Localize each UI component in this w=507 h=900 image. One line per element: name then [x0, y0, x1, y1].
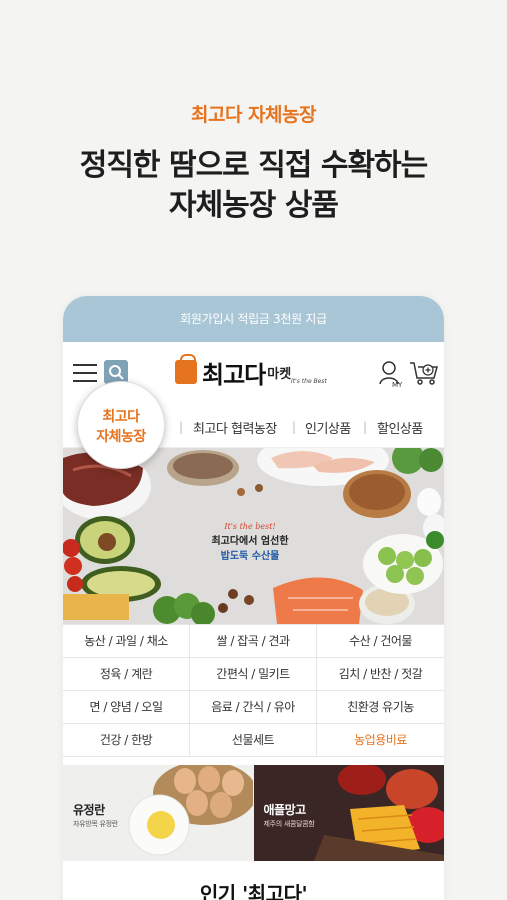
hamburger-icon[interactable]: [73, 364, 97, 382]
category-item-fertilizer[interactable]: 농업용비료: [317, 724, 444, 757]
logo-text-sub: 마켓: [267, 366, 292, 382]
promo-title: 애플망고: [263, 803, 307, 817]
promo-card-eggs[interactable]: 유정란 자유방목 유정란: [63, 765, 254, 861]
user-icon[interactable]: MY: [379, 360, 403, 389]
nav-separator: |: [292, 420, 297, 434]
phone-screen: 회원가입시 적립금 3천원 지급 최고다 마켓 It's the Best MY…: [63, 296, 444, 900]
promo-subtitle: 제주의 새콤달콤함: [263, 820, 315, 828]
shopping-bag-logo-icon: [175, 354, 197, 384]
user-my-label: MY: [392, 381, 403, 388]
banner-tagline: It's the best!: [224, 522, 276, 531]
logo-text-main: 최고다: [202, 360, 266, 389]
nav-separator: |: [179, 420, 184, 434]
main-banner[interactable]: It's the best! 최고다에서 엄선한 밥도둑 수산물: [63, 448, 444, 624]
category-item[interactable]: 친환경 유기농: [317, 691, 444, 724]
category-item[interactable]: 김치 / 반찬 / 젓갈: [317, 658, 444, 691]
category-item[interactable]: 면 / 양념 / 오일: [63, 691, 190, 724]
nav-tab-popular[interactable]: 인기상품: [305, 418, 351, 437]
category-item[interactable]: 정육 / 계란: [63, 658, 190, 691]
category-item[interactable]: 선물세트: [190, 724, 317, 757]
promo-row: 유정란 자유방목 유정란 애플망고 제주의 새콤달콤함: [63, 765, 444, 861]
promo-subtitle: 자유방목 유정란: [73, 820, 118, 828]
bubble-line2: 자체농장: [96, 429, 146, 445]
promo-card-mango[interactable]: 애플망고 제주의 새콤달콤함: [253, 765, 444, 861]
signup-promo-bar[interactable]: 회원가입시 적립금 3천원 지급: [63, 296, 444, 342]
hero-headline-line2: 자체농장 상품: [168, 188, 339, 223]
nav-separator: |: [363, 420, 368, 434]
promo-title: 유정란: [73, 803, 105, 817]
logo-slogan: It's the Best: [291, 378, 327, 385]
nav-tab-partner-farm[interactable]: 최고다 협력농장: [193, 418, 277, 437]
category-item[interactable]: 간편식 / 밀키트: [190, 658, 317, 691]
popular-section-title: 인기 '최고다': [199, 882, 308, 900]
nav-tab-discount[interactable]: 할인상품: [377, 418, 423, 437]
category-item[interactable]: 쌀 / 잡곡 / 견과: [190, 625, 317, 658]
cart-add-icon[interactable]: [409, 360, 439, 386]
hero-headline-line1: 정직한 땀으로 직접 수확하는: [79, 148, 429, 183]
banner-copy: It's the best! 최고다에서 엄선한 밥도둑 수산물: [195, 522, 305, 562]
brand-logo[interactable]: 최고다 마켓: [175, 354, 291, 390]
category-item[interactable]: 수산 / 건어물: [317, 625, 444, 658]
banner-line2: 밥도둑 수산물: [220, 551, 280, 562]
bubble-line1: 최고다: [102, 409, 140, 425]
category-item[interactable]: 농산 / 과일 / 채소: [63, 625, 190, 658]
banner-line1: 최고다에서 엄선한: [211, 536, 289, 547]
category-grid: 농산 / 과일 / 채소 쌀 / 잡곡 / 견과 수산 / 건어물 정육 / 계…: [63, 624, 444, 757]
category-item[interactable]: 건강 / 한방: [63, 724, 190, 757]
category-item[interactable]: 음료 / 간식 / 유아: [190, 691, 317, 724]
hero-tag: 최고다 자체농장: [191, 104, 316, 126]
nav-tab-own-farm-highlight[interactable]: 최고다 자체농장: [77, 381, 165, 469]
